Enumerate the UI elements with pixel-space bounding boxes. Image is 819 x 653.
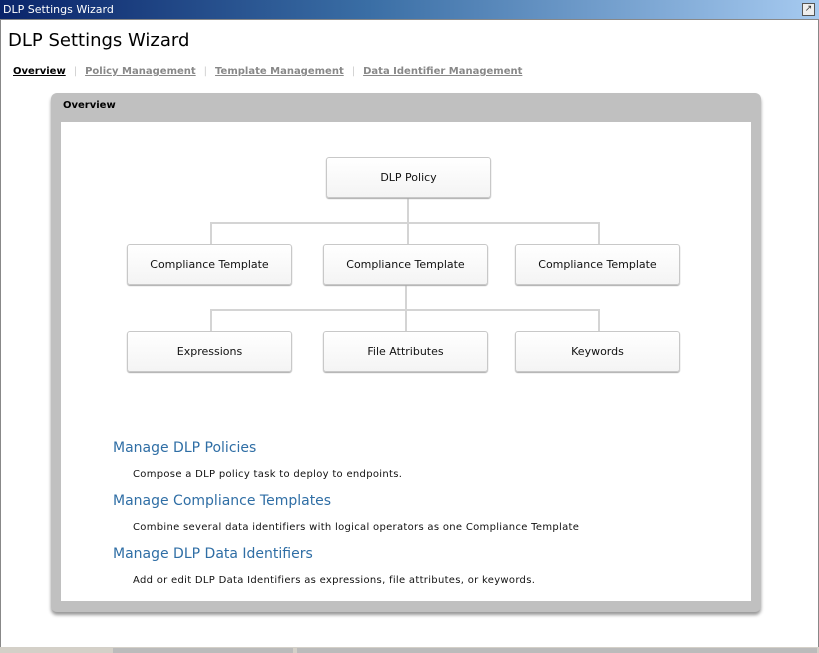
connector-line: [598, 222, 600, 244]
title-bar: DLP Settings Wizard ↗: [0, 0, 819, 19]
connector-line: [407, 198, 409, 244]
tab-separator: |: [203, 66, 208, 77]
tab-overview[interactable]: Overview: [13, 66, 66, 77]
node-compliance-template[interactable]: Compliance Template: [323, 244, 488, 285]
node-dlp-policy[interactable]: DLP Policy: [326, 157, 491, 198]
connector-line: [210, 222, 600, 224]
connector-line: [210, 309, 600, 311]
bottom-bar: [0, 647, 819, 653]
node-expressions[interactable]: Expressions: [127, 331, 292, 372]
tab-template-management[interactable]: Template Management: [215, 66, 344, 77]
restore-window-icon[interactable]: ↗: [802, 3, 815, 16]
overview-panel: Overview DLP Policy Compliance Template …: [51, 93, 761, 612]
status-pane: [297, 648, 817, 653]
panel-title: Overview: [63, 100, 116, 111]
connector-line: [210, 222, 212, 244]
node-compliance-template[interactable]: Compliance Template: [127, 244, 292, 285]
section-description: Add or edit DLP Data Identifiers as expr…: [133, 575, 536, 586]
connector-line: [210, 309, 212, 331]
window-title: DLP Settings Wizard: [3, 3, 114, 16]
manage-compliance-templates-link[interactable]: Manage Compliance Templates: [113, 493, 331, 509]
manage-dlp-policies-link[interactable]: Manage DLP Policies: [113, 440, 256, 456]
node-keywords[interactable]: Keywords: [515, 331, 680, 372]
panel-content: DLP Policy Compliance Template Complianc…: [61, 122, 751, 601]
connector-line: [598, 309, 600, 331]
section-description: Combine several data identifiers with lo…: [133, 522, 580, 533]
node-compliance-template[interactable]: Compliance Template: [515, 244, 680, 285]
tab-nav: Overview | Policy Management | Template Mana…: [13, 66, 522, 77]
node-file-attributes[interactable]: File Attributes: [323, 331, 488, 372]
connector-line: [405, 285, 407, 331]
section-description: Compose a DLP policy task to deploy to e…: [133, 469, 403, 480]
status-pane: [113, 648, 293, 653]
tab-policy-management[interactable]: Policy Management: [85, 66, 196, 77]
tab-separator: |: [73, 66, 78, 77]
tab-separator: |: [351, 66, 356, 77]
manage-dlp-data-identifiers-link[interactable]: Manage DLP Data Identifiers: [113, 546, 313, 562]
page-title: DLP Settings Wizard: [8, 30, 190, 51]
tab-data-identifier-management[interactable]: Data Identifier Management: [363, 66, 522, 77]
